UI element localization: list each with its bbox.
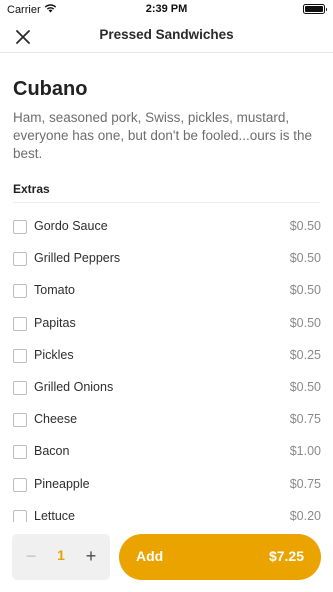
extra-option-price: $0.50 xyxy=(289,219,321,233)
extra-option-price: $0.20 xyxy=(289,508,321,522)
checkbox[interactable] xyxy=(13,348,27,363)
status-bar: Carrier 2:39 PM xyxy=(0,0,333,20)
extra-option-name: Papitas xyxy=(34,315,76,330)
extra-option-row[interactable]: Tomato $0.50 xyxy=(0,276,333,308)
extra-option-name: Gordo Sauce xyxy=(34,219,108,233)
extra-option-row[interactable]: Pineapple $0.75 xyxy=(0,470,333,502)
checkbox[interactable] xyxy=(13,413,27,428)
checkbox[interactable] xyxy=(13,445,27,460)
extras-list: Gordo Sauce $0.50 Grilled Peppers $0.50 … xyxy=(0,212,333,522)
checkbox[interactable] xyxy=(13,252,27,267)
extra-option-name: Cheese xyxy=(34,412,78,427)
extra-option-name: Bacon xyxy=(34,444,70,459)
extra-option-row[interactable]: Papitas $0.50 xyxy=(0,309,333,341)
quantity-value: 1 xyxy=(57,547,65,563)
nav-bar: Pressed Sandwiches xyxy=(0,20,333,53)
extra-option-name: Grilled Onions xyxy=(34,379,114,394)
decrease-quantity-button[interactable]: − xyxy=(20,546,42,568)
extra-option-name: Lettuce xyxy=(34,508,76,522)
extra-option-price: $0.50 xyxy=(289,283,321,298)
add-button-total: $7.25 xyxy=(268,548,304,564)
extra-option-row[interactable]: Grilled Onions $0.50 xyxy=(0,373,333,405)
extra-option-price: $0.75 xyxy=(289,476,321,491)
checkbox[interactable] xyxy=(13,316,27,331)
extra-option-name: Grilled Peppers xyxy=(34,251,121,266)
product-name: Cubano xyxy=(13,78,88,100)
extra-option-row[interactable]: Lettuce $0.20 xyxy=(0,502,333,522)
extra-option-row[interactable]: Pickles $0.25 xyxy=(0,341,333,373)
extra-option-name: Tomato xyxy=(34,283,75,298)
extra-option-row[interactable]: Grilled Peppers $0.50 xyxy=(0,244,333,276)
extra-option-price: $0.50 xyxy=(289,379,321,394)
extras-section-title: Extras xyxy=(13,182,50,196)
checkbox[interactable] xyxy=(13,509,27,522)
battery-icon xyxy=(303,4,327,14)
status-time: 2:39 PM xyxy=(145,3,188,15)
checkbox[interactable] xyxy=(13,284,27,299)
extra-option-row[interactable]: Cheese $0.75 xyxy=(0,405,333,437)
add-to-cart-button[interactable]: Add $7.25 xyxy=(119,534,321,580)
page-title: Pressed Sandwiches xyxy=(99,27,234,42)
extra-option-price: $0.75 xyxy=(289,412,321,427)
extra-option-price: $0.50 xyxy=(289,315,321,330)
extra-option-price: $1.00 xyxy=(289,444,321,459)
extra-option-price: $0.50 xyxy=(289,251,321,266)
extra-option-row[interactable]: Bacon $1.00 xyxy=(0,437,333,469)
checkbox[interactable] xyxy=(13,380,27,395)
divider xyxy=(13,202,320,203)
add-button-label: Add xyxy=(136,548,164,564)
checkbox[interactable] xyxy=(13,477,27,492)
extra-option-row[interactable]: Gordo Sauce $0.50 xyxy=(0,212,333,244)
increase-quantity-button[interactable]: + xyxy=(80,546,102,568)
battery-fill xyxy=(305,6,323,12)
extra-option-name: Pineapple xyxy=(34,476,90,491)
add-to-cart-bar: − 1 + Add $7.25 xyxy=(0,522,333,592)
product-detail-scroll[interactable]: Cubano Ham, seasoned pork, Swiss, pickle… xyxy=(0,54,333,522)
quantity-stepper: − 1 + xyxy=(12,534,110,580)
status-right xyxy=(303,4,327,14)
extra-option-price: $0.25 xyxy=(289,347,321,362)
extra-option-name: Pickles xyxy=(34,347,74,362)
product-description: Ham, seasoned pork, Swiss, pickles, must… xyxy=(13,110,313,161)
checkbox[interactable] xyxy=(13,220,27,234)
